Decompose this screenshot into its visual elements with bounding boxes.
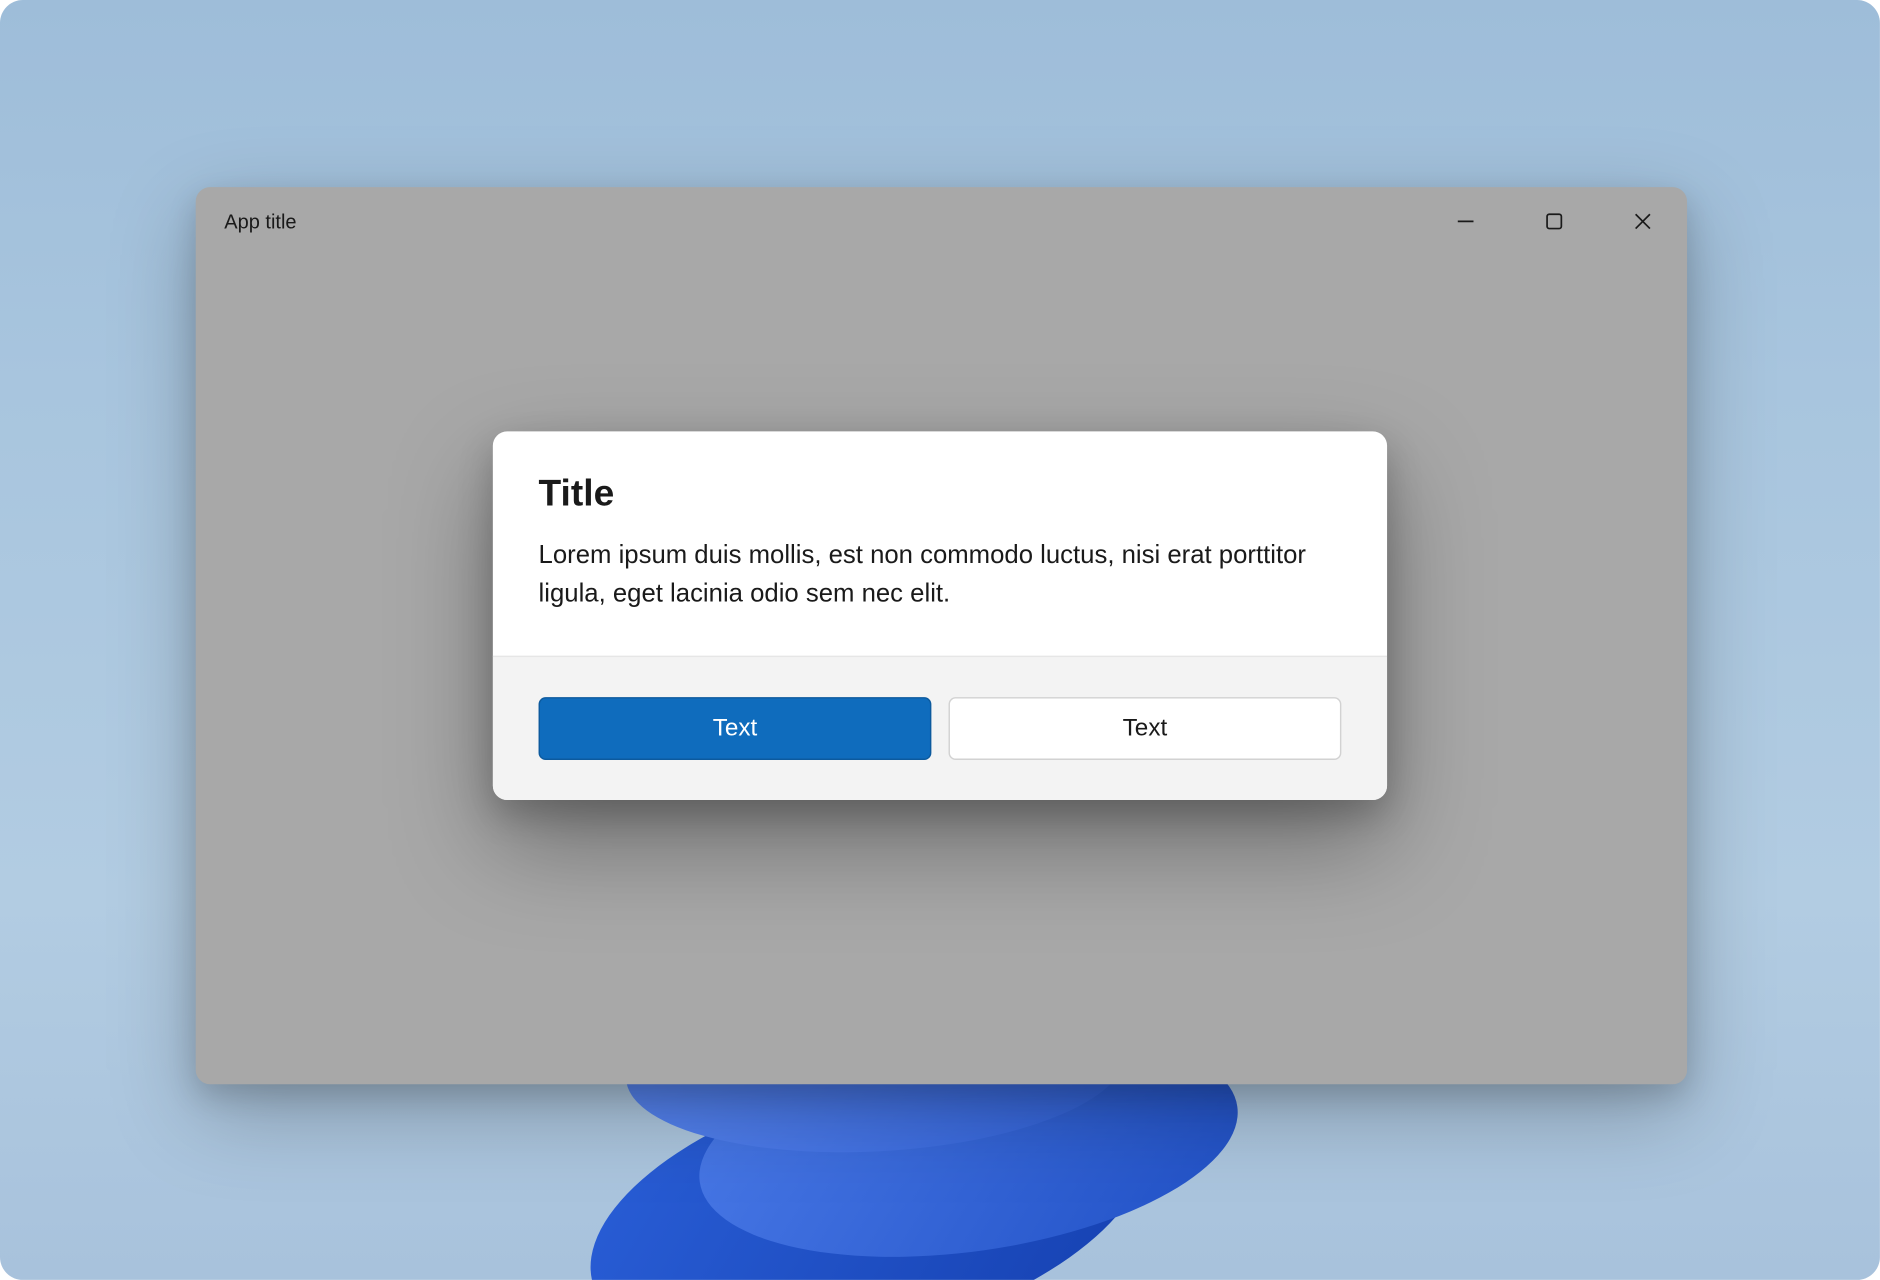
maximize-button[interactable] — [1510, 187, 1599, 256]
dialog-body: Title Lorem ipsum duis mollis, est non c… — [493, 431, 1387, 655]
titlebar[interactable]: App title — [196, 187, 1687, 256]
dialog-secondary-button[interactable]: Text — [949, 697, 1342, 760]
content-dialog: Title Lorem ipsum duis mollis, est non c… — [493, 431, 1387, 800]
dialog-body-text: Lorem ipsum duis mollis, est non commodo… — [539, 536, 1342, 613]
dialog-primary-button[interactable]: Text — [539, 697, 932, 760]
desktop-viewport: App title Title Lorem ipsum duis mollis,… — [0, 0, 1880, 1280]
close-button[interactable] — [1598, 187, 1687, 256]
dialog-footer: Text Text — [493, 656, 1387, 800]
dialog-secondary-label: Text — [1123, 714, 1168, 743]
app-title: App title — [224, 210, 296, 233]
maximize-icon — [1546, 213, 1563, 230]
dialog-primary-label: Text — [713, 714, 758, 743]
minimize-icon — [1457, 213, 1474, 230]
minimize-button[interactable] — [1421, 187, 1510, 256]
window-controls — [1421, 187, 1687, 256]
close-icon — [1634, 213, 1651, 230]
dialog-title: Title — [539, 471, 1342, 515]
